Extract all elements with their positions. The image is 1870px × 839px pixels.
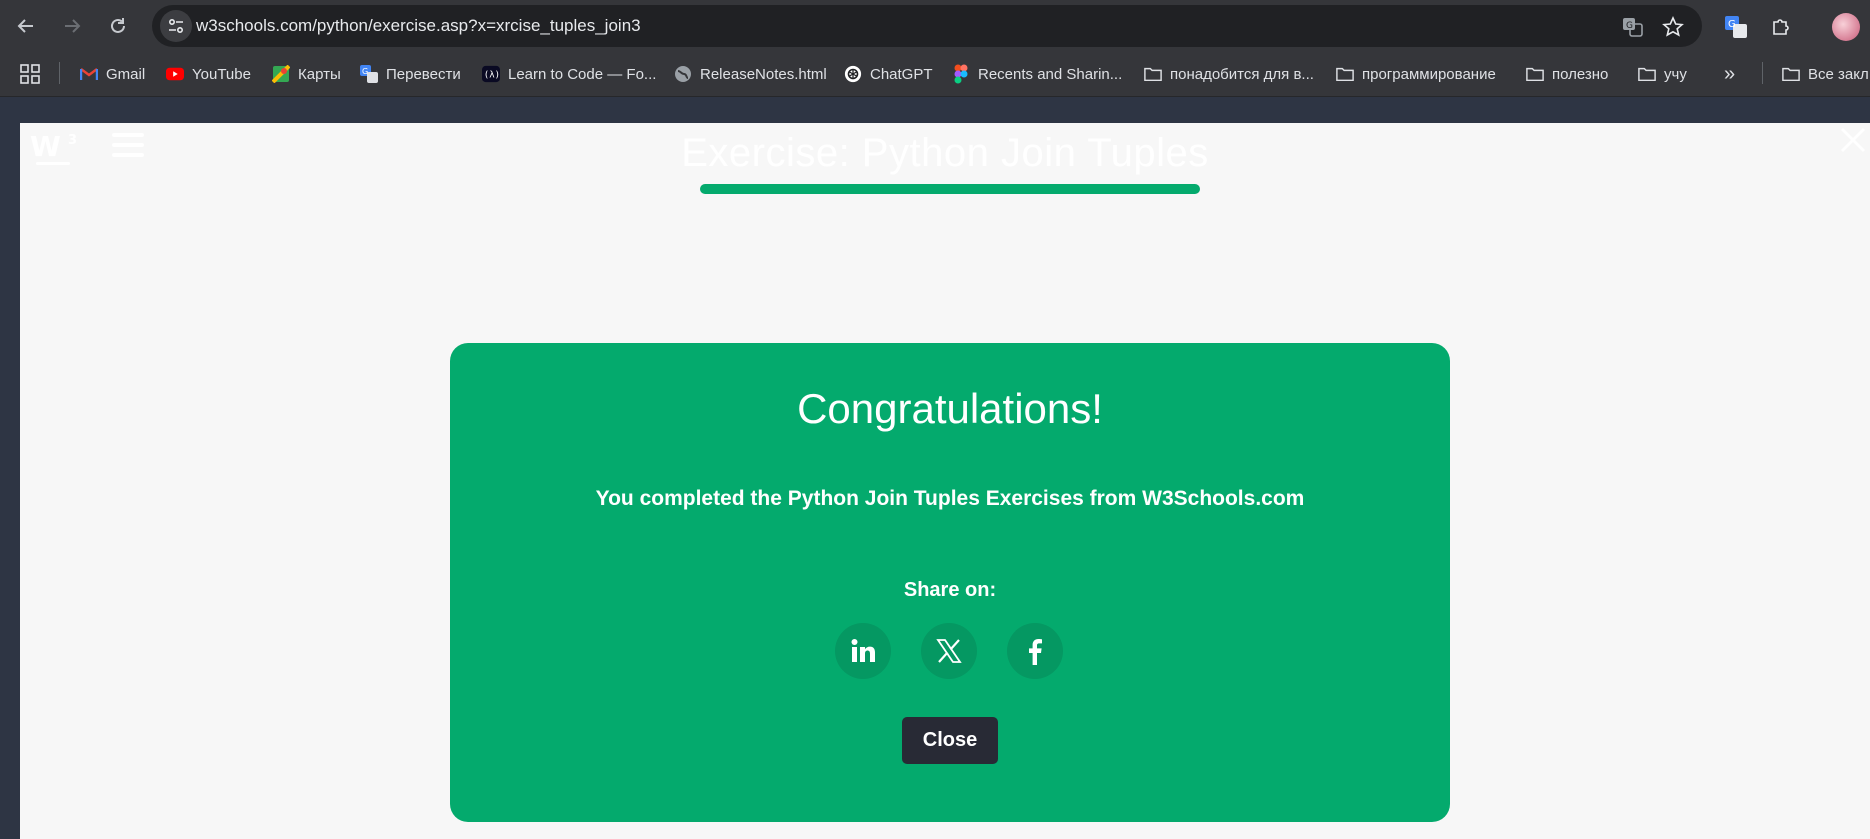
bookmark-label: Recents and Sharin... bbox=[978, 65, 1123, 83]
bookmark-label: понадобится для в... bbox=[1170, 65, 1314, 83]
translate-page-button[interactable]: G bbox=[1620, 14, 1646, 40]
bookmark-label: программирование bbox=[1362, 65, 1496, 83]
bookmark-folder-1[interactable]: понадобится для в... bbox=[1144, 52, 1314, 96]
url-text[interactable]: w3schools.com/python/exercise.asp?x=xrci… bbox=[196, 16, 641, 36]
tune-icon bbox=[168, 18, 184, 34]
bookmark-star-button[interactable] bbox=[1660, 14, 1686, 40]
maps-icon bbox=[272, 65, 290, 83]
linkedin-icon bbox=[851, 639, 875, 662]
bookmarks-separator bbox=[59, 62, 60, 84]
apps-button[interactable] bbox=[20, 52, 40, 96]
exercise-page: W 3 Exercise: Python Join Tuples Congrat… bbox=[20, 123, 1870, 839]
youtube-icon bbox=[166, 65, 184, 83]
share-linkedin-button[interactable] bbox=[835, 623, 891, 679]
close-icon bbox=[1840, 127, 1866, 153]
extension-translate-button[interactable]: G bbox=[1722, 13, 1750, 41]
folder-icon bbox=[1144, 65, 1162, 83]
folder-icon bbox=[1336, 65, 1354, 83]
translate-icon: G bbox=[360, 65, 378, 83]
reload-button[interactable] bbox=[100, 8, 136, 44]
arrow-right-icon bbox=[65, 19, 81, 33]
bookmark-chatgpt[interactable]: ChatGPT bbox=[844, 52, 933, 96]
bookmark-folder-3[interactable]: полезно bbox=[1526, 52, 1608, 96]
chatgpt-icon bbox=[844, 65, 862, 83]
congratulations-modal: Congratulations! You completed the Pytho… bbox=[450, 343, 1450, 822]
apps-grid-icon bbox=[20, 64, 40, 84]
back-button[interactable] bbox=[8, 8, 44, 44]
browser-toolbar: w3schools.com/python/exercise.asp?x=xrci… bbox=[0, 0, 1870, 52]
facebook-icon bbox=[1029, 639, 1042, 665]
puzzle-icon bbox=[1773, 19, 1789, 35]
bookmark-label: Перевести bbox=[386, 65, 461, 83]
folder-icon bbox=[1782, 65, 1800, 83]
bookmark-figma[interactable]: Recents and Sharin... bbox=[952, 52, 1122, 96]
bookmark-label: Карты bbox=[298, 65, 341, 83]
bookmark-label: учу bbox=[1664, 65, 1687, 83]
svg-text:G: G bbox=[1626, 21, 1633, 31]
bookmark-label: Gmail bbox=[106, 65, 146, 83]
bookmark-label: полезно bbox=[1552, 65, 1609, 83]
bookmark-releasenotes[interactable]: ReleaseNotes.html bbox=[674, 52, 827, 96]
completion-message: You completed the Python Join Tuples Exe… bbox=[595, 487, 1305, 510]
all-bookmarks-button[interactable]: Все закл bbox=[1782, 52, 1869, 96]
x-icon bbox=[936, 639, 962, 663]
globe-icon bbox=[674, 65, 692, 83]
extensions-button[interactable] bbox=[1767, 13, 1795, 41]
bookmark-label: ReleaseNotes.html bbox=[700, 65, 827, 83]
freecodecamp-icon: (λ) bbox=[482, 65, 500, 83]
folder-icon bbox=[1526, 65, 1544, 83]
figma-icon bbox=[952, 64, 970, 84]
bookmark-maps[interactable]: Карты bbox=[272, 52, 341, 96]
modal-heading: Congratulations! bbox=[797, 385, 1103, 432]
folder-icon bbox=[1638, 65, 1656, 83]
bookmark-label: YouTube bbox=[192, 65, 251, 83]
bookmark-label: Все закл bbox=[1808, 65, 1869, 83]
close-button[interactable]: Close bbox=[902, 717, 998, 764]
bookmark-folder-2[interactable]: программирование bbox=[1336, 52, 1496, 96]
address-bar[interactable]: w3schools.com/python/exercise.asp?x=xrci… bbox=[152, 5, 1702, 47]
bookmark-label: Learn to Code — Fo... bbox=[508, 65, 657, 83]
bookmarks-overflow-button[interactable]: » bbox=[1724, 52, 1735, 96]
bookmark-youtube[interactable]: YouTube bbox=[166, 52, 251, 96]
svg-text:G: G bbox=[362, 67, 368, 76]
google-translate-icon: G bbox=[1623, 18, 1643, 37]
share-label: Share on: bbox=[903, 579, 997, 601]
bookmark-translate[interactable]: G Перевести bbox=[360, 52, 461, 96]
bookmark-label: ChatGPT bbox=[870, 65, 933, 83]
exercise-progress-bar bbox=[700, 184, 1200, 194]
svg-text:(λ): (λ) bbox=[484, 71, 500, 81]
share-facebook-button[interactable] bbox=[1007, 623, 1063, 679]
svg-text:G: G bbox=[1728, 19, 1736, 30]
bookmark-folder-4[interactable]: учу bbox=[1638, 52, 1687, 96]
forward-button[interactable] bbox=[54, 8, 90, 44]
site-info-button[interactable] bbox=[160, 10, 192, 42]
share-x-button[interactable] bbox=[921, 623, 977, 679]
page-title: Exercise: Python Join Tuples bbox=[681, 131, 1209, 175]
bookmark-gmail[interactable]: Gmail bbox=[80, 52, 145, 96]
reload-icon bbox=[111, 18, 125, 33]
arrow-left-icon bbox=[17, 19, 33, 33]
gmail-icon bbox=[80, 65, 98, 83]
star-icon bbox=[1662, 16, 1684, 37]
close-exercise-button[interactable] bbox=[1838, 125, 1868, 155]
translate-extension-icon: G bbox=[1725, 16, 1747, 38]
bookmarks-separator bbox=[1762, 62, 1763, 84]
bookmark-freecodecamp[interactable]: (λ) Learn to Code — Fo... bbox=[482, 52, 656, 96]
profile-avatar[interactable] bbox=[1832, 13, 1860, 41]
